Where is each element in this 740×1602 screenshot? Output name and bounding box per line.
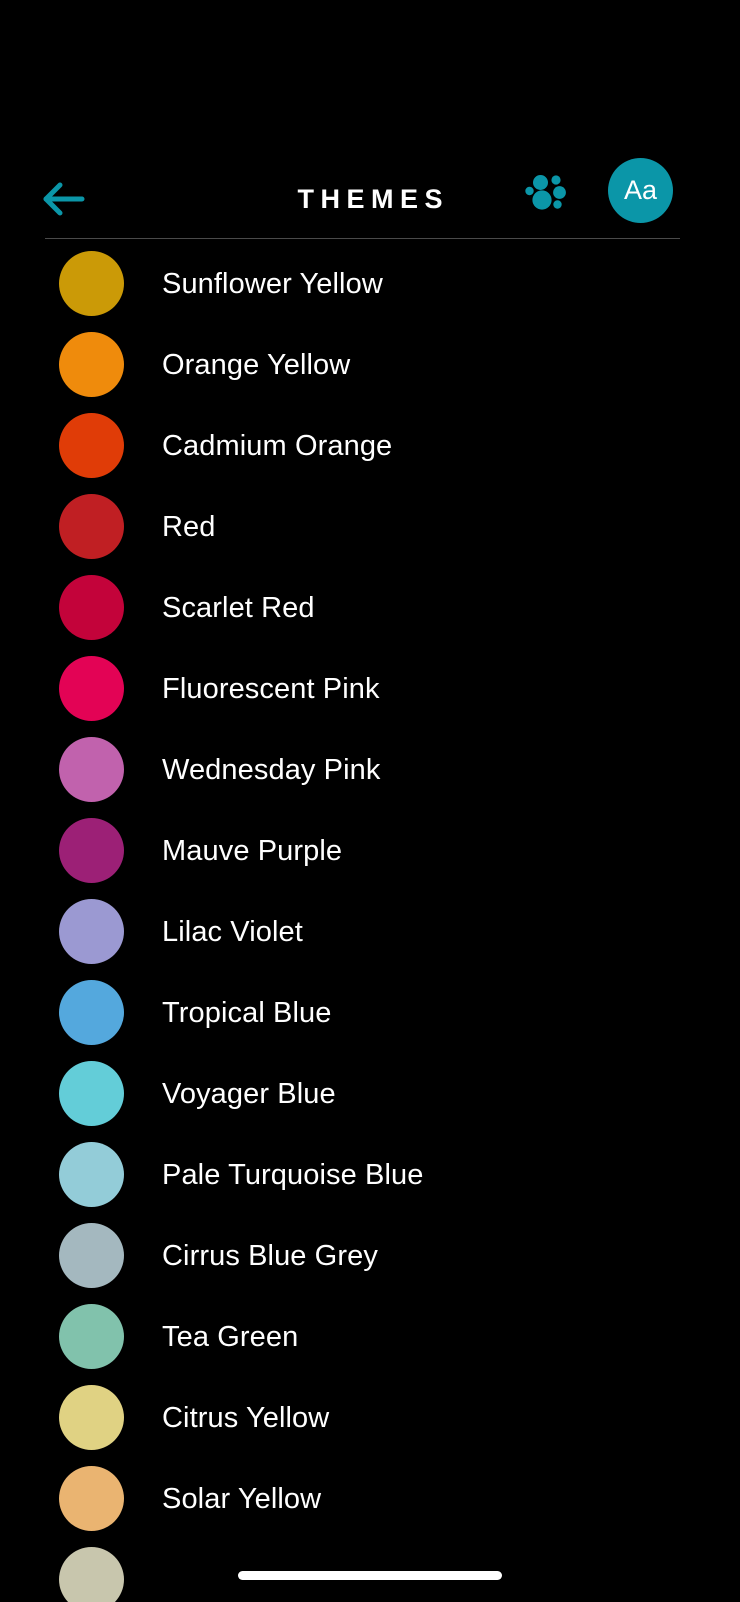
theme-list[interactable]: Sunflower Yellow Orange Yellow Cadmium O… [0, 243, 740, 1602]
theme-row[interactable]: Tea Green [0, 1296, 740, 1377]
theme-color-swatch [59, 737, 124, 802]
theme-row[interactable]: Red [0, 486, 740, 567]
font-size-label: Aa [623, 175, 658, 205]
theme-name-label: Citrus Yellow [162, 1401, 330, 1434]
palette-button[interactable] [505, 150, 585, 238]
theme-name-label: Pale Turquoise Blue [162, 1158, 424, 1191]
status-bar [0, 0, 740, 160]
theme-name-label: Orange Yellow [162, 348, 351, 381]
theme-color-swatch [59, 1466, 124, 1531]
theme-name-label: Sunflower Yellow [162, 267, 383, 300]
theme-color-swatch [59, 494, 124, 559]
theme-name-label: Cirrus Blue Grey [162, 1239, 378, 1272]
theme-row[interactable]: Solar Yellow [0, 1458, 740, 1539]
theme-color-swatch [59, 1061, 124, 1126]
theme-color-swatch [59, 980, 124, 1045]
theme-name-label: Tropical Blue [162, 996, 332, 1029]
theme-color-swatch [59, 251, 124, 316]
theme-name-label: Scarlet Red [162, 591, 315, 624]
theme-color-swatch [59, 413, 124, 478]
theme-color-swatch [59, 899, 124, 964]
theme-name-label: Red [162, 510, 216, 543]
theme-row[interactable]: Orange Yellow [0, 324, 740, 405]
theme-row[interactable]: Mauve Purple [0, 810, 740, 891]
theme-name-label: Mauve Purple [162, 834, 343, 867]
theme-color-swatch [59, 1223, 124, 1288]
theme-name-label: Lilac Violet [162, 915, 303, 948]
theme-color-swatch [59, 656, 124, 721]
theme-row[interactable]: Cadmium Orange [0, 405, 740, 486]
theme-name-label: Fluorescent Pink [162, 672, 380, 705]
themes-screen: THEMES Aa Sunflower Yellow Orange Yellow [0, 0, 740, 1602]
theme-row[interactable]: Cirrus Blue Grey [0, 1215, 740, 1296]
theme-color-swatch [59, 1304, 124, 1369]
theme-row[interactable]: Fluorescent Pink [0, 648, 740, 729]
theme-row[interactable]: Tropical Blue [0, 972, 740, 1053]
theme-color-swatch [59, 332, 124, 397]
palette-dots-icon [520, 167, 570, 222]
theme-color-swatch [59, 575, 124, 640]
theme-name-label: Cadmium Orange [162, 429, 393, 462]
theme-name-label: Voyager Blue [162, 1077, 336, 1110]
theme-color-swatch [59, 818, 124, 883]
theme-row[interactable]: Scarlet Red [0, 567, 740, 648]
theme-row[interactable]: Lilac Violet [0, 891, 740, 972]
home-indicator [238, 1571, 502, 1580]
theme-row[interactable]: Wednesday Pink [0, 729, 740, 810]
theme-name-label: Solar Yellow [162, 1482, 322, 1515]
theme-row[interactable]: Pale Turquoise Blue [0, 1134, 740, 1215]
header-divider [45, 238, 680, 239]
font-size-button[interactable]: Aa [608, 158, 673, 223]
theme-name-label: Wednesday Pink [162, 753, 381, 786]
theme-row[interactable]: Sunflower Yellow [0, 243, 740, 324]
theme-color-swatch [59, 1547, 124, 1602]
theme-color-swatch [59, 1385, 124, 1450]
theme-name-label: Tea Green [162, 1320, 299, 1353]
theme-row[interactable]: Voyager Blue [0, 1053, 740, 1134]
theme-row[interactable]: Citrus Yellow [0, 1377, 740, 1458]
theme-color-swatch [59, 1142, 124, 1207]
